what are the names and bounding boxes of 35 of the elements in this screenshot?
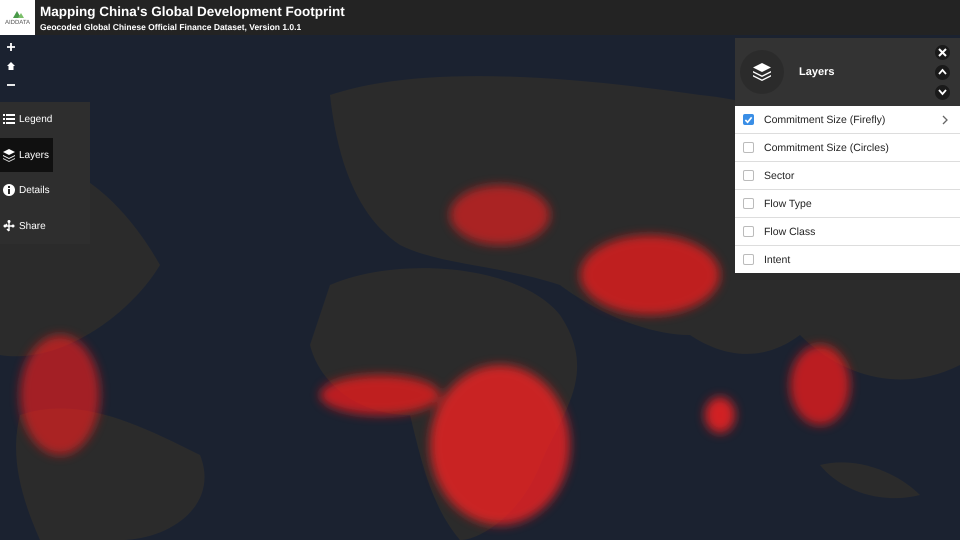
checkbox[interactable] [743, 142, 754, 153]
panel-title: Layers [799, 66, 836, 78]
sidebar-item[interactable]: Share [0, 209, 50, 244]
checkbox[interactable] [743, 254, 754, 265]
collapse-up-button[interactable] [935, 64, 950, 80]
leaf-icon [10, 9, 24, 19]
sidebar-item[interactable]: Layers [0, 138, 54, 172]
home-icon[interactable] [6, 61, 16, 71]
checkbox[interactable] [743, 170, 754, 181]
layers-icon [3, 148, 15, 162]
info-icon [3, 184, 15, 198]
layer-label[interactable]: Commitment Size (Circles) [764, 142, 948, 154]
sidebar-item[interactable]: Legend [0, 102, 56, 137]
layer-label[interactable]: Flow Type [764, 198, 948, 210]
list-icon [3, 113, 15, 126]
chevron-up-icon [938, 68, 947, 76]
app-title: Mapping China's Global Development Footprint [40, 4, 345, 18]
app-subtitle: Geocoded Global Chinese Official Finance Dataset, Version 1.0.1 [40, 22, 302, 32]
zoom-in-icon[interactable] [6, 42, 16, 52]
layer-label[interactable]: Flow Class [764, 226, 948, 238]
collapse-down-button[interactable] [935, 84, 950, 100]
layer-label[interactable]: Commitment Size (Firefly) [764, 114, 932, 126]
layer-label[interactable]: Sector [764, 170, 948, 182]
layer-label[interactable]: Intent [764, 254, 948, 266]
close-button[interactable] [935, 44, 950, 60]
check-icon [744, 114, 753, 124]
checkbox[interactable] [743, 114, 754, 125]
chevron-right-icon[interactable] [942, 114, 948, 124]
checkbox[interactable] [743, 198, 754, 209]
chevron-down-icon [938, 88, 947, 96]
checkbox[interactable] [743, 226, 754, 237]
layers-icon [753, 63, 771, 81]
share-icon [3, 220, 15, 233]
sidebar-item[interactable]: Details [0, 174, 54, 208]
close-icon [938, 48, 947, 56]
